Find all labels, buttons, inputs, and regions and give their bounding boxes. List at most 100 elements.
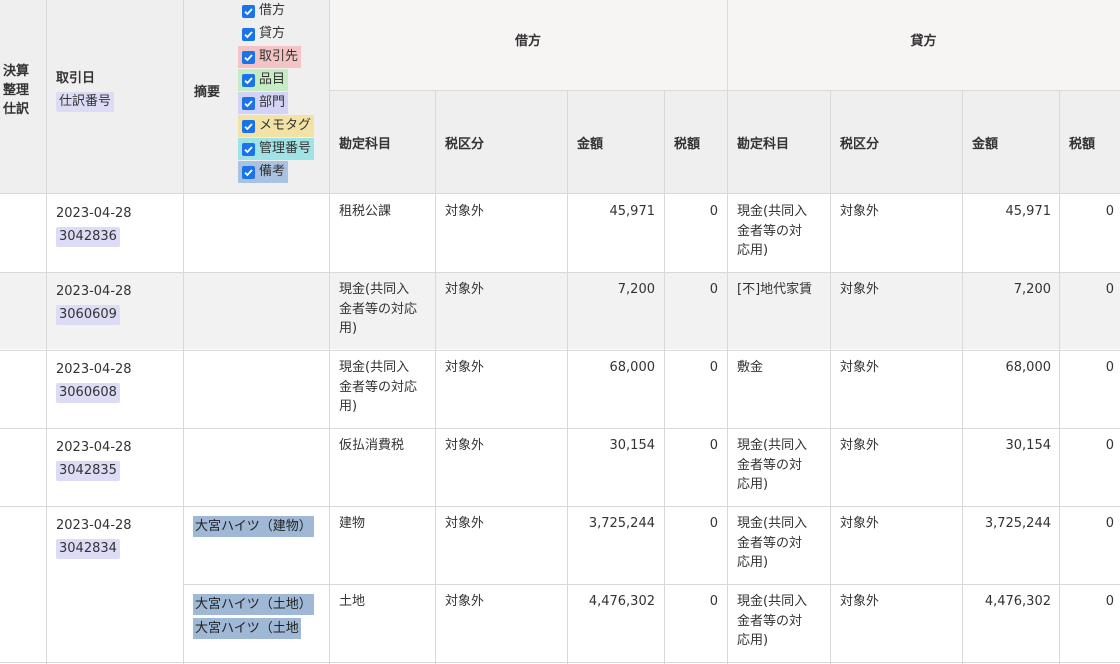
entry-date: 2023-04-28 (56, 440, 132, 455)
journal-number-badge[interactable]: 3042834 (56, 539, 120, 559)
item-tag[interactable]: 大宮ハイツ（土地） (193, 594, 314, 615)
header-credit-amount[interactable]: 金額 (972, 133, 998, 152)
cell-d-amount[interactable]: 7,200 (568, 280, 655, 300)
cell-c-amount[interactable]: 68,000 (963, 358, 1052, 378)
cell-c-amount[interactable]: 4,476,302 (963, 592, 1051, 612)
grid-line-v (567, 90, 568, 664)
journal-number-badge[interactable]: 3042835 (56, 461, 120, 481)
cell-c-account[interactable]: 敷金 (737, 358, 827, 378)
cell-c-tax[interactable]: 0 (1060, 436, 1114, 456)
grid-line-h (0, 428, 1120, 429)
cell-d-tax[interactable]: 0 (665, 202, 718, 222)
entry-date: 2023-04-28 (56, 284, 132, 299)
cell-d-tax[interactable]: 0 (665, 514, 718, 534)
cell-c-tax_class[interactable]: 対象外 (840, 592, 950, 612)
cell-d-account[interactable]: 土地 (339, 592, 429, 612)
cell-c-account[interactable]: 現金(共同入 金者等の対 応用) (737, 202, 827, 261)
entry-date: 2023-04-28 (56, 362, 132, 377)
filter-option[interactable]: 備考 (238, 161, 289, 183)
cell-d-amount[interactable]: 45,971 (568, 202, 656, 222)
filter-option[interactable]: メモタグ (238, 115, 315, 137)
entry-date: 2023-04-28 (56, 206, 132, 221)
filter-option[interactable]: 取引先 (238, 46, 302, 68)
header-debit-tax-class[interactable]: 税区分 (445, 133, 484, 152)
entry-no-wrap: 3042836 (56, 227, 120, 247)
cell-c-tax[interactable]: 0 (1060, 592, 1114, 612)
entry-date: 2023-04-28 (56, 518, 132, 533)
cell-d-tax_class[interactable]: 対象外 (445, 514, 555, 534)
filter-option[interactable]: 借方 (238, 0, 288, 22)
filter-checkbox[interactable] (242, 73, 255, 87)
header-debit-tax[interactable]: 税額 (674, 133, 700, 152)
cell-d-account[interactable]: 現金(共同入 金者等の対応 用) (339, 280, 429, 339)
cell-c-tax_class[interactable]: 対象外 (840, 280, 950, 300)
cell-d-tax_class[interactable]: 対象外 (445, 436, 555, 456)
cell-c-amount[interactable]: 30,154 (963, 436, 1052, 456)
row-bg-alt (0, 272, 1120, 349)
filter-checkbox[interactable] (242, 165, 255, 179)
item-tag[interactable]: 大宮ハイツ（土地 (193, 618, 301, 639)
filter-checkbox[interactable] (242, 4, 255, 18)
entry-no-wrap: 3060608 (56, 383, 120, 403)
cell-d-account[interactable]: 租税公課 (339, 202, 429, 222)
cell-d-tax_class[interactable]: 対象外 (445, 592, 555, 612)
filter-option[interactable]: 管理番号 (238, 138, 315, 160)
cell-d-tax[interactable]: 0 (665, 592, 718, 612)
filter-option[interactable]: 貸方 (238, 23, 288, 45)
filter-label: 貸方 (259, 26, 286, 41)
cell-c-amount[interactable]: 45,971 (963, 202, 1052, 222)
journal-number-badge[interactable]: 3042836 (56, 227, 120, 247)
cell-c-tax_class[interactable]: 対象外 (840, 436, 950, 456)
cell-d-amount[interactable]: 30,154 (568, 436, 656, 456)
journal-number-badge[interactable]: 3060608 (56, 383, 120, 403)
cell-c-account[interactable]: 現金(共同入 金者等の対 応用) (737, 514, 827, 573)
cell-d-amount[interactable]: 68,000 (568, 358, 656, 378)
filter-checkbox[interactable] (242, 119, 255, 133)
cell-d-amount[interactable]: 3,725,244 (568, 514, 655, 534)
filter-label: 管理番号 (259, 141, 312, 156)
cell-c-tax[interactable]: 0 (1060, 202, 1114, 222)
cell-d-tax[interactable]: 0 (665, 280, 718, 300)
cell-d-amount[interactable]: 4,476,302 (568, 592, 655, 612)
header-credit-account[interactable]: 勘定科目 (737, 133, 789, 152)
filter-checkbox[interactable] (242, 27, 255, 41)
cell-d-tax[interactable]: 0 (665, 358, 718, 378)
cell-c-tax_class[interactable]: 対象外 (840, 514, 950, 534)
cell-d-account[interactable]: 現金(共同入 金者等の対応 用) (339, 358, 429, 417)
cell-d-tax[interactable]: 0 (665, 436, 718, 456)
filter-checkbox[interactable] (242, 142, 255, 156)
header-kessan-line: 整理 (3, 83, 30, 98)
cell-c-amount[interactable]: 7,200 (963, 280, 1051, 300)
cell-c-account[interactable]: 現金(共同入 金者等の対 応用) (737, 592, 827, 651)
cell-c-tax[interactable]: 0 (1060, 280, 1114, 300)
cell-d-tax_class[interactable]: 対象外 (445, 202, 555, 222)
cell-c-tax[interactable]: 0 (1060, 358, 1114, 378)
header-date[interactable]: 取引日 (56, 67, 95, 86)
journal-number-badge[interactable]: 3060609 (56, 305, 120, 325)
cell-c-tax_class[interactable]: 対象外 (840, 202, 950, 222)
item-tag[interactable]: 大宮ハイツ（建物） (193, 516, 314, 537)
filter-option[interactable]: 部門 (238, 92, 289, 114)
header-credit-tax[interactable]: 税額 (1069, 133, 1095, 152)
filter-checkbox[interactable] (242, 50, 255, 64)
cell-d-tax_class[interactable]: 対象外 (445, 280, 555, 300)
filter-option[interactable]: 品目 (238, 69, 289, 91)
header-journal-no[interactable]: 仕訳番号 (56, 92, 115, 112)
grid-line-h (0, 350, 1120, 351)
cell-d-account[interactable]: 建物 (339, 514, 429, 534)
cell-d-account[interactable]: 仮払消費税 (339, 436, 429, 456)
grid-line-h (0, 193, 1120, 194)
header-debit-account[interactable]: 勘定科目 (339, 133, 391, 152)
cell-c-amount[interactable]: 3,725,244 (963, 514, 1051, 534)
header-credit: 貸方 (910, 34, 937, 49)
header-kessan: 決算 整理 仕訳 (3, 62, 29, 119)
cell-c-account[interactable]: [不]地代家賃 (737, 280, 827, 300)
cell-c-tax_class[interactable]: 対象外 (840, 358, 950, 378)
header-tekiyo: 摘要 (194, 85, 221, 100)
header-credit-tax-class[interactable]: 税区分 (840, 133, 879, 152)
header-debit-amount[interactable]: 金額 (577, 133, 603, 152)
cell-c-account[interactable]: 現金(共同入 金者等の対 応用) (737, 436, 827, 495)
cell-c-tax[interactable]: 0 (1060, 514, 1114, 534)
cell-d-tax_class[interactable]: 対象外 (445, 358, 555, 378)
filter-checkbox[interactable] (242, 96, 255, 110)
